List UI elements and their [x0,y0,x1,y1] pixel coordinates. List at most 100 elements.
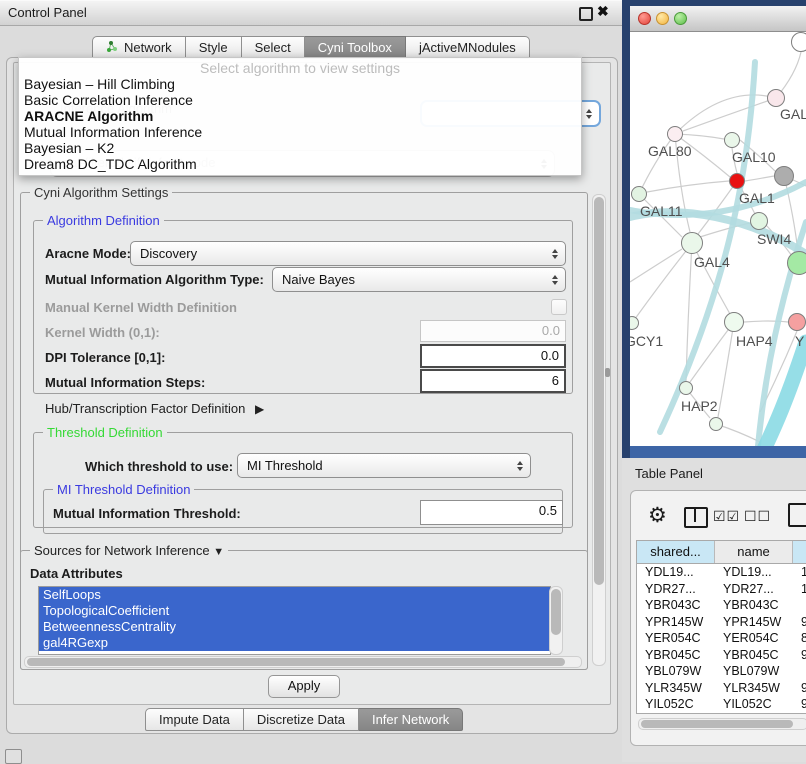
network-node-gal4[interactable] [681,232,703,254]
tab-network[interactable]: Network [92,36,186,59]
tab-cyni-toolbox[interactable]: Cyni Toolbox [305,36,406,59]
mi-threshold-field[interactable]: 0.5 [420,500,563,525]
kernel-width-field[interactable]: 0.0 [420,320,566,342]
network-node-gal10[interactable] [724,132,740,148]
algorithm-option[interactable]: Basic Correlation Inference [19,92,581,108]
network-view-window[interactable]: GALGAL80GAL10GAL1GAL11GAL4SWI4GCY1HAP4YH… [630,6,806,446]
dpi-tolerance-field[interactable]: 0.0 [420,344,566,368]
network-node-hap2[interactable] [679,381,693,395]
column-header[interactable]: name [715,541,793,563]
table-cell: YIL052C [715,696,793,713]
column-header[interactable]: shared... [637,541,715,563]
node-label: GAL4 [694,254,730,270]
table-header: shared...name [637,541,806,564]
checked-pair-icon[interactable]: ☑☑ [713,508,740,525]
network-node-hap4[interactable] [724,312,744,332]
network-edge[interactable] [745,176,774,181]
algorithm-definition-title: Algorithm Definition [43,213,164,228]
table-row[interactable]: YIL052CYIL052C9. [637,696,806,713]
sources-toggle[interactable]: Sources for Network Inference ▼ [30,543,228,558]
control-panel-titlebar: Control Panel ✖ [0,0,622,26]
gear-icon[interactable]: ⚙ [648,503,667,528]
document-icon[interactable] [788,503,806,527]
table-row[interactable]: YDR27...YDR27...12 [637,581,806,598]
network-node-gal11[interactable] [631,186,647,202]
network-node-gal1[interactable] [729,173,745,189]
which-threshold-combobox[interactable]: MI Threshold [237,453,531,478]
settings-hscrollbar[interactable] [24,656,582,668]
tab-discretize-data[interactable]: Discretize Data [244,708,359,731]
zoom-traffic-light-icon[interactable] [674,12,687,25]
manual-kernel-checkbox[interactable] [551,299,567,315]
column-header[interactable] [793,541,806,563]
table-row[interactable]: YBL079WYBL079W [637,663,806,680]
aracne-mode-combobox[interactable]: Discovery [130,241,566,266]
tab-infer-network[interactable]: Infer Network [359,708,463,731]
table-row[interactable]: YBR045CYBR045C9. [637,647,806,664]
network-node-y[interactable] [788,313,806,331]
expand-right-icon: ▶ [255,402,264,416]
network-node-gal[interactable] [767,89,785,107]
columns-icon[interactable] [684,507,708,528]
apply-button[interactable]: Apply [268,675,340,698]
table-cell: 12 [793,581,806,598]
network-node[interactable] [791,32,806,52]
settings-scrollbar[interactable] [592,194,606,666]
network-node[interactable] [787,251,806,275]
tab-style[interactable]: Style [186,36,242,59]
network-node[interactable] [774,166,794,186]
split-divider-handle[interactable] [605,368,610,377]
unchecked-pair-icon[interactable]: ☐☐ [744,508,771,525]
attribute-item[interactable]: BetweennessCentrality [39,619,550,635]
table-row[interactable]: YDL19...YDL19...13 [637,564,806,581]
table-cell: YIL052C [637,696,715,713]
attribute-item[interactable]: gal4RGexp [39,635,550,651]
float-window-icon[interactable] [579,7,593,21]
attributes-list-scrollbar[interactable] [549,586,563,655]
control-panel-title: Control Panel [8,5,87,20]
table-cell: YBL079W [637,663,715,680]
attribute-item[interactable]: SelfLoops [39,587,550,603]
mi-threshold-title: MI Threshold Definition [53,482,194,497]
network-edge[interactable] [718,322,734,417]
algorithm-option[interactable]: Bayesian – Hill Climbing [19,76,581,92]
network-edge[interactable] [647,181,729,192]
mi-type-combobox[interactable]: Naive Bayes [272,267,566,292]
network-node[interactable] [709,417,723,431]
network-node-gal80[interactable] [667,126,683,142]
expand-down-icon: ▼ [213,546,224,558]
table-cell: YBL079W [715,663,793,680]
network-node-swi4[interactable] [750,212,768,230]
mi-type-value: Naive Bayes [282,272,355,287]
table-cell: YBR045C [715,647,793,664]
network-edge[interactable] [716,424,760,442]
hub-definition-toggle[interactable]: Hub/Transcription Factor Definition ▶ [45,401,264,416]
attribute-item[interactable]: TopologicalCoefficient [39,603,550,619]
close-icon[interactable]: ✖ [597,3,609,20]
mi-steps-field[interactable]: 6 [420,369,566,393]
network-edge-thick[interactable] [660,62,755,432]
table-row[interactable]: YER054CYER054C8. [637,630,806,647]
algorithm-option[interactable]: Dream8 DC_TDC Algorithm [19,156,581,172]
table-cell: 9. [793,614,806,631]
network-canvas[interactable]: GALGAL80GAL10GAL1GAL11GAL4SWI4GCY1HAP4YH… [630,32,806,446]
cyni-settings-title: Cyni Algorithm Settings [30,185,172,200]
table-hscrollbar[interactable] [638,718,806,730]
algorithm-option[interactable]: Mutual Information Inference [19,124,581,140]
which-threshold-value: MI Threshold [247,458,323,473]
algorithm-option[interactable]: Bayesian – K2 [19,140,581,156]
close-traffic-light-icon[interactable] [638,12,651,25]
table-row[interactable]: YPR145WYPR145W9. [637,614,806,631]
algorithm-option[interactable]: ARACNE Algorithm [19,108,581,124]
node-label: GAL10 [732,149,776,165]
table-row[interactable]: YBR043CYBR043C [637,597,806,614]
minimize-traffic-light-icon[interactable] [656,12,669,25]
tab-select[interactable]: Select [242,36,305,59]
tab-impute-data[interactable]: Impute Data [145,708,244,731]
table-cell: YPR145W [637,614,715,631]
network-window-titlebar[interactable] [630,6,806,32]
tab-label: Network [124,40,172,55]
tab-jactivemnodules[interactable]: jActiveMNodules [406,36,530,59]
network-edge[interactable] [632,251,686,323]
table-row[interactable]: YLR345WYLR345W9. [637,680,806,697]
